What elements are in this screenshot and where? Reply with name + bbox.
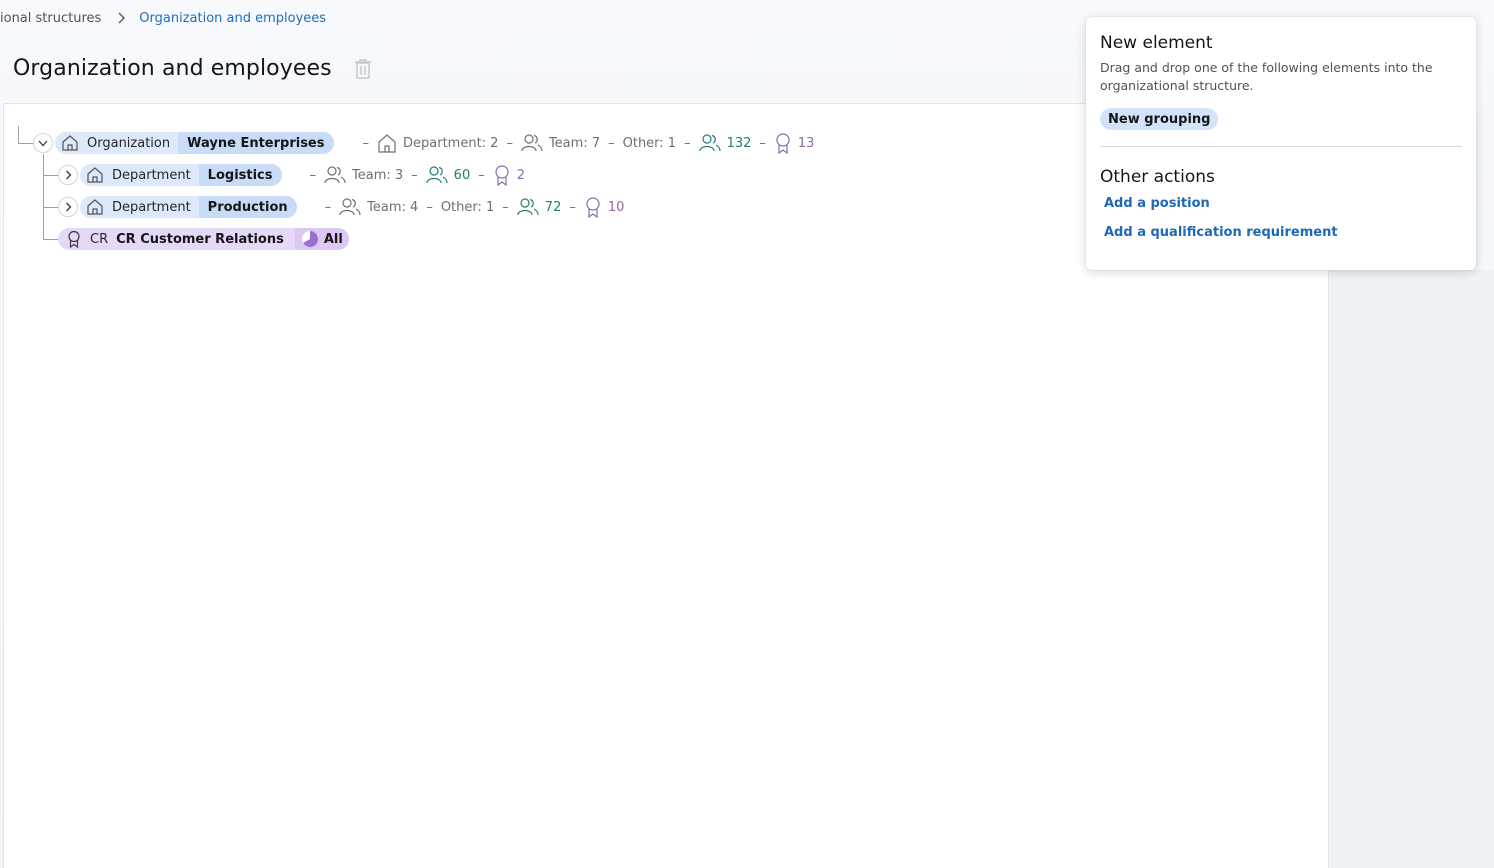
add-position-link[interactable]: Add a position bbox=[1104, 196, 1462, 211]
stat-qualifications: 10 bbox=[584, 196, 624, 218]
new-element-title: New element bbox=[1100, 33, 1213, 53]
award-icon bbox=[776, 133, 790, 154]
employees-icon bbox=[426, 166, 448, 184]
people-icon bbox=[521, 134, 543, 152]
department-stats: – Team: 3 – 60 – 2 bbox=[302, 164, 525, 186]
title-row: Organization and employees bbox=[13, 56, 372, 81]
chevron-right-icon bbox=[117, 12, 126, 24]
stat-departments: Department: 2 bbox=[377, 133, 498, 153]
tree-node-department-production: Department Production – Team: 4 – Other:… bbox=[58, 195, 624, 219]
award-icon bbox=[68, 230, 80, 248]
breadcrumb-current[interactable]: Organization and employees bbox=[139, 11, 326, 26]
right-sidebar-background bbox=[1330, 270, 1494, 868]
chip-type-label: Department bbox=[112, 199, 191, 215]
department-chip[interactable]: Department Production bbox=[80, 196, 297, 218]
new-element-panel: New element Drag and drop one of the fol… bbox=[1086, 17, 1476, 270]
people-icon bbox=[324, 166, 346, 184]
chip-name: Wayne Enterprises bbox=[178, 132, 334, 154]
chip-name: Logistics bbox=[198, 164, 282, 186]
tree-connector bbox=[18, 126, 19, 144]
tree-connector bbox=[43, 175, 59, 176]
qualification-code: CR bbox=[90, 231, 109, 247]
building-icon bbox=[87, 199, 103, 215]
breadcrumb: ional structures Organization and employ… bbox=[0, 8, 326, 28]
building-icon bbox=[378, 134, 396, 153]
tree-connector bbox=[43, 239, 59, 240]
tree-connector bbox=[43, 154, 44, 240]
stat-qualifications: 2 bbox=[493, 164, 525, 186]
stat-other: Other: 1 bbox=[622, 135, 677, 151]
department-chip[interactable]: Department Logistics bbox=[80, 164, 282, 186]
tree-connector bbox=[43, 207, 59, 208]
people-icon bbox=[339, 198, 361, 216]
tree-node-qualification: CR CR Customer Relations All bbox=[58, 227, 349, 251]
chip-type-label: Department bbox=[112, 167, 191, 183]
employees-icon bbox=[698, 134, 721, 152]
chevron-right-icon bbox=[65, 202, 71, 212]
chevron-right-icon bbox=[65, 170, 71, 180]
stat-employees: 60 bbox=[426, 165, 470, 185]
page-title: Organization and employees bbox=[13, 56, 332, 81]
new-element-description: Drag and drop one of the following eleme… bbox=[1100, 60, 1433, 93]
new-grouping-draggable[interactable]: New grouping bbox=[1100, 108, 1219, 130]
qualification-scope: All bbox=[294, 228, 349, 250]
add-qualification-link[interactable]: Add a qualification requirement bbox=[1104, 225, 1462, 240]
stat-employees: 72 bbox=[517, 197, 561, 217]
department-stats: – Team: 4 – Other: 1 – 72 – 10 bbox=[317, 196, 624, 218]
pie-chart-icon bbox=[301, 230, 318, 247]
stat-teams: Team: 7 bbox=[521, 133, 600, 153]
collapse-button[interactable] bbox=[33, 133, 53, 153]
trash-icon[interactable] bbox=[354, 58, 372, 80]
stat-teams: Team: 3 bbox=[324, 165, 403, 185]
organization-stats: – Department: 2 – Team: 7 – Other: 1 – 1… bbox=[355, 132, 814, 154]
award-icon bbox=[586, 197, 600, 218]
expand-button[interactable] bbox=[58, 197, 78, 217]
organization-chip[interactable]: Organization Wayne Enterprises bbox=[55, 132, 334, 154]
stat-qualifications: 13 bbox=[774, 132, 814, 154]
breadcrumb-previous[interactable]: ional structures bbox=[0, 11, 101, 26]
chip-type-label: Organization bbox=[87, 135, 171, 151]
tree-node-department-logistics: Department Logistics – Team: 3 – 60 – 2 bbox=[58, 163, 525, 187]
divider bbox=[1100, 146, 1462, 147]
stat-teams: Team: 4 bbox=[339, 197, 418, 217]
tree-node-organization: Organization Wayne Enterprises – Departm… bbox=[33, 131, 814, 155]
expand-button[interactable] bbox=[58, 165, 78, 185]
award-icon bbox=[495, 165, 509, 186]
employees-icon bbox=[517, 198, 539, 216]
qualification-chip[interactable]: CR CR Customer Relations All bbox=[58, 228, 349, 250]
other-actions-title: Other actions bbox=[1100, 167, 1215, 187]
chevron-down-icon bbox=[38, 140, 48, 146]
stat-other: Other: 1 bbox=[440, 199, 495, 215]
chip-name: CR Customer Relations bbox=[116, 228, 293, 250]
stat-employees: 132 bbox=[698, 133, 751, 153]
building-icon bbox=[62, 135, 78, 151]
chip-name: Production bbox=[198, 196, 297, 218]
building-icon bbox=[87, 167, 103, 183]
